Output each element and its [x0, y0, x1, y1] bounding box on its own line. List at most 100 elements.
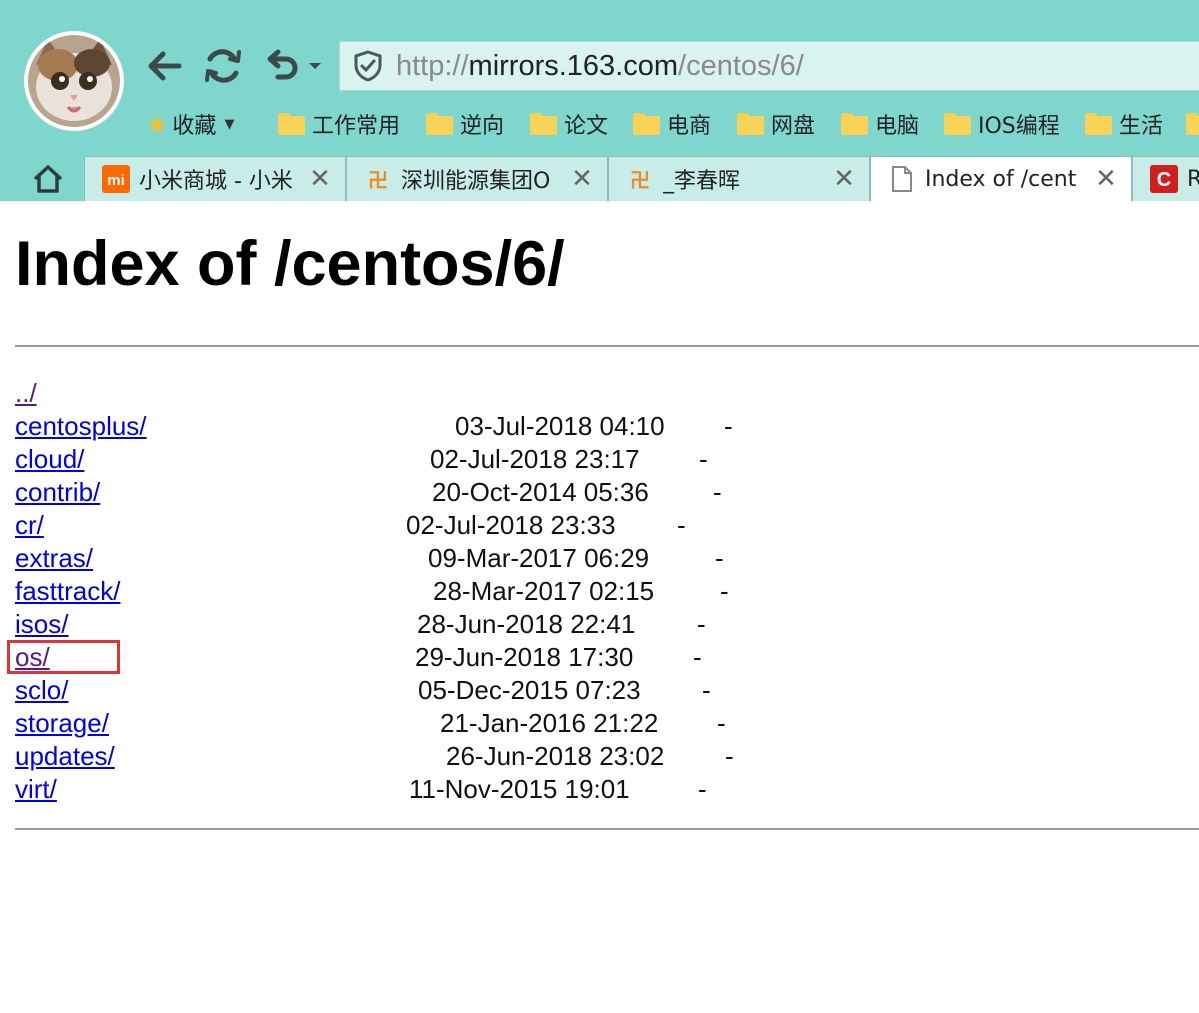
home-button[interactable]	[22, 157, 74, 201]
tab-index-centos[interactable]: Index of /cent ✕	[870, 156, 1132, 201]
url-scheme: http://	[396, 49, 469, 82]
close-icon[interactable]: ✕	[567, 164, 597, 194]
mi-logo-icon: mi	[101, 165, 131, 193]
modified-date: 21-Jan-2016 21:22	[440, 708, 659, 738]
svg-text:mi: mi	[107, 172, 125, 189]
directory-link[interactable]: cr/	[15, 510, 44, 541]
file-size: -	[702, 675, 711, 705]
table-row: contrib/20-Oct-2014 05:36 -	[0, 477, 800, 510]
tab-title: _李春晖	[663, 169, 741, 194]
refresh-icon	[205, 49, 241, 83]
modified-date: 03-Jul-2018 04:10	[455, 411, 665, 441]
url-host: mirrors.163.com	[468, 49, 679, 82]
modified-date: 11-Nov-2015 19:01	[409, 774, 630, 804]
bookmark-folder[interactable]: 论文	[530, 106, 608, 142]
table-row: extras/09-Mar-2017 06:29 -	[0, 543, 800, 576]
url-text[interactable]: http://mirrors.163.com/centos/6/	[396, 50, 804, 83]
table-row: cr/02-Jul-2018 23:33 -	[0, 510, 800, 543]
directory-listing: ../ centosplus/03-Jul-2018 04:10 - cloud/0…	[0, 378, 1199, 808]
bookmark-label: 电商	[667, 114, 712, 139]
bookmark-folder[interactable]: 网盘	[737, 106, 815, 142]
file-size: -	[724, 411, 733, 441]
tab-shenzhen-energy[interactable]: 卍 深圳能源集团O ✕	[346, 156, 608, 201]
folder-icon	[1085, 113, 1112, 135]
table-row: os/29-Jun-2018 17:30-	[0, 642, 800, 675]
bookmark-label: 逆向	[460, 114, 505, 139]
table-row: updates/26-Jun-2018 23:02 -	[0, 741, 800, 774]
tab-title: R	[1187, 167, 1199, 192]
folder-icon	[737, 113, 764, 135]
table-row: centosplus/03-Jul-2018 04:10 -	[0, 411, 800, 444]
file-size: -	[720, 576, 729, 606]
directory-link[interactable]: updates/	[15, 741, 115, 772]
file-size: -	[715, 543, 724, 573]
c-logo-icon: C	[1149, 165, 1179, 193]
bookmark-folder[interactable]: 电商	[633, 106, 711, 142]
close-icon[interactable]: ✕	[305, 164, 335, 194]
list-item: ../	[0, 378, 800, 411]
folder-icon	[944, 113, 971, 135]
directory-link[interactable]: contrib/	[15, 477, 100, 508]
parent-directory-link[interactable]: ../	[15, 378, 37, 409]
svg-text:C: C	[1157, 169, 1171, 191]
bookmark-label: 工作常用	[312, 114, 401, 139]
divider	[15, 828, 1199, 830]
directory-link[interactable]: fasttrack/	[15, 576, 120, 607]
file-size: -	[717, 708, 726, 738]
bookmark-folder[interactable]: 工作常用	[278, 106, 400, 142]
bookmark-folder[interactable]: 逆向	[426, 106, 504, 142]
modified-date: 26-Jun-2018 23:02	[446, 741, 665, 771]
modified-date: 29-Jun-2018 17:30	[415, 642, 634, 672]
tab-partial[interactable]: C R	[1132, 156, 1199, 201]
undo-dropdown-button[interactable]	[303, 42, 327, 90]
star-icon: ★	[146, 109, 169, 139]
modified-date: 28-Mar-2017 02:15	[433, 576, 655, 606]
undo-close-tab-button[interactable]	[262, 42, 302, 90]
page-title: Index of /centos/6/	[15, 229, 565, 299]
tab-title: 深圳能源集团O	[401, 169, 551, 194]
directory-link[interactable]: centosplus/	[15, 411, 147, 442]
bookmark-label: 论文	[564, 114, 609, 139]
directory-link[interactable]: storage/	[15, 708, 109, 739]
url-path: /centos/6/	[678, 49, 804, 82]
modified-date: 05-Dec-2015 07:23	[418, 675, 641, 705]
folder-icon	[841, 113, 868, 135]
folder-icon	[278, 113, 305, 135]
tab-title: Index of /cent	[925, 166, 1077, 192]
file-size: -	[677, 510, 686, 540]
bookmark-folder[interactable]: IOS编程	[944, 106, 1060, 142]
file-size: -	[699, 444, 708, 474]
file-size: -	[693, 642, 702, 672]
modified-date: 20-Oct-2014 05:36	[432, 477, 649, 507]
folder-icon	[426, 113, 453, 135]
table-row: fasttrack/28-Mar-2017 02:15 -	[0, 576, 800, 609]
bookmark-label: 网盘	[771, 114, 816, 139]
file-size: -	[713, 477, 722, 507]
back-button[interactable]	[142, 42, 186, 90]
close-icon[interactable]: ✕	[829, 164, 859, 194]
close-icon[interactable]: ✕	[1091, 164, 1121, 194]
address-bar[interactable]: http://mirrors.163.com/centos/6/	[339, 41, 1199, 91]
bookmark-folder[interactable]: 生活	[1085, 106, 1163, 142]
directory-link[interactable]: virt/	[15, 774, 57, 805]
svg-text:卍: 卍	[630, 168, 650, 192]
bookmark-label: 电脑	[875, 114, 920, 139]
tab-title: 小米商城 - 小米	[139, 169, 293, 194]
bookmark-folder[interactable]: 电脑	[841, 106, 919, 142]
bookmark-label: 生活	[1119, 114, 1164, 139]
modified-date: 02-Jul-2018 23:33	[406, 510, 616, 540]
directory-link[interactable]: extras/	[15, 543, 93, 574]
bookmark-folder-partial[interactable]	[1186, 106, 1199, 142]
tab-li-chunhui[interactable]: 卍 _李春晖 ✕	[608, 156, 870, 201]
directory-link[interactable]: cloud/	[15, 444, 84, 475]
folder-icon	[633, 113, 660, 135]
security-shield-icon[interactable]	[340, 42, 396, 90]
modified-date: 02-Jul-2018 23:17	[430, 444, 640, 474]
table-row: isos/28-Jun-2018 22:41 -	[0, 609, 800, 642]
tab-xiaomi[interactable]: mi 小米商城 - 小米 ✕	[84, 156, 346, 201]
directory-link[interactable]: isos/	[15, 609, 68, 640]
file-size: -	[698, 774, 707, 804]
directory-link[interactable]: sclo/	[15, 675, 68, 706]
refresh-button[interactable]	[199, 42, 247, 90]
bookmark-favorites[interactable]: ★ 收藏 ▼	[146, 106, 234, 142]
